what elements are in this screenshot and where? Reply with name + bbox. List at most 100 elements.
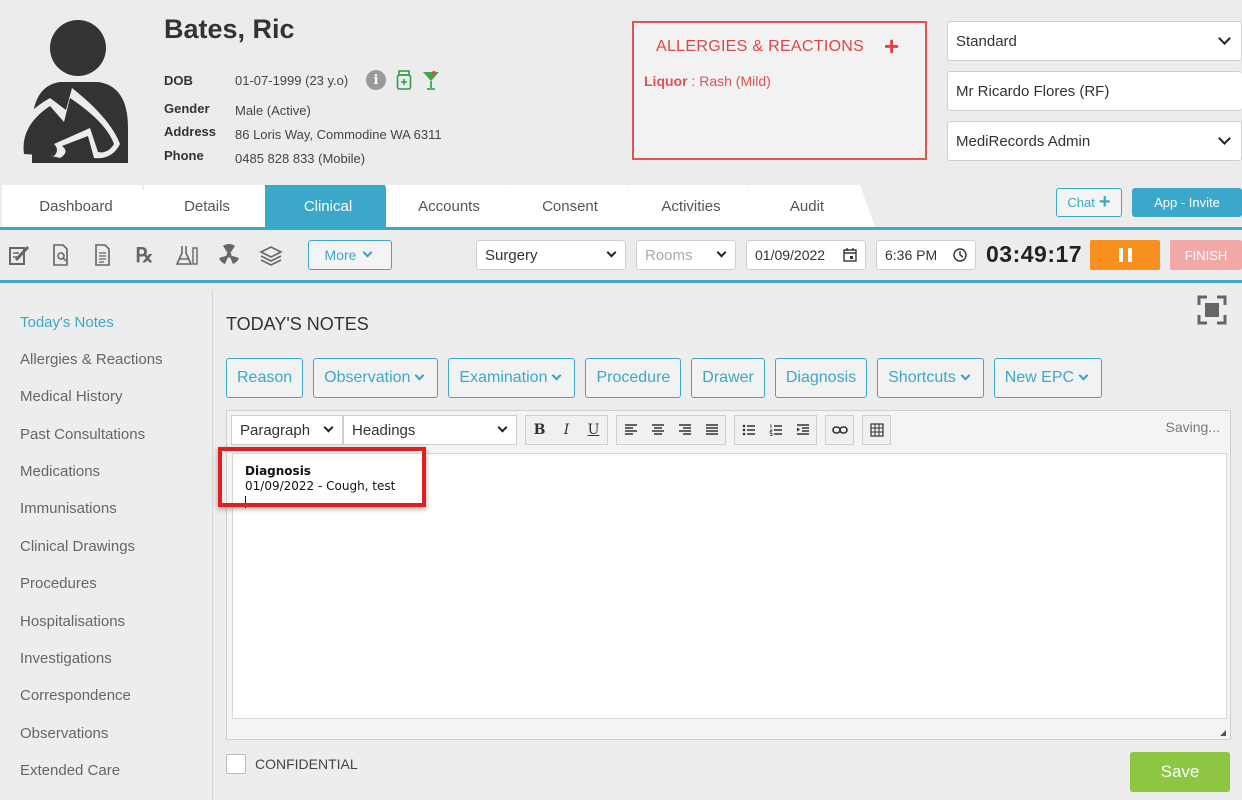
align-center-icon[interactable]: [644, 416, 671, 444]
rooms-select[interactable]: Rooms: [636, 240, 736, 270]
italic-icon[interactable]: I: [553, 416, 580, 444]
shortcuts-button[interactable]: Shortcuts: [877, 358, 984, 398]
info-icon[interactable]: i: [366, 70, 386, 90]
drawer-button[interactable]: Drawer: [691, 358, 765, 398]
allergy-separator: :: [687, 73, 700, 89]
clinical-toolbar: ℞: [4, 240, 298, 270]
chevron-down-icon: [323, 422, 334, 433]
cocktail-icon[interactable]: [422, 70, 440, 90]
underline-icon[interactable]: U: [580, 416, 607, 444]
app-invite-button[interactable]: App - Invite: [1132, 188, 1242, 217]
shortcuts-button-label: Shortcuts: [888, 369, 956, 386]
sidebar-item-correspondence[interactable]: Correspondence: [20, 687, 131, 704]
examination-button[interactable]: Examination: [448, 358, 576, 398]
pause-button[interactable]: [1090, 240, 1160, 270]
template-select-value: Standard: [956, 32, 1017, 50]
template-select[interactable]: Standard: [947, 21, 1242, 61]
time-input[interactable]: 6:36 PM: [876, 240, 976, 270]
sidebar-item-past-consultations[interactable]: Past Consultations: [20, 426, 145, 443]
table-icon[interactable]: [863, 416, 890, 444]
sidebar-item-investigations[interactable]: Investigations: [20, 650, 112, 667]
tab-details[interactable]: Details: [144, 185, 280, 227]
gender-value: Male (Active): [235, 103, 311, 118]
block-format-value: Paragraph: [240, 421, 311, 439]
clock-icon[interactable]: [953, 248, 967, 262]
rooms-select-placeholder: Rooms: [645, 246, 693, 264]
consult-timer: 03:49:17: [986, 241, 1083, 267]
tab-underline: [0, 227, 1242, 230]
link-icon[interactable]: [826, 416, 853, 444]
bold-icon[interactable]: B: [526, 416, 553, 444]
procedure-button[interactable]: Procedure: [585, 358, 682, 398]
more-button[interactable]: More: [308, 240, 392, 270]
examination-button-label: Examination: [459, 369, 548, 386]
allergy-item[interactable]: Liquor : Rash (Mild): [644, 73, 771, 89]
page-title: TODAY'S NOTES: [226, 314, 369, 334]
drawer-button-label: Drawer: [702, 369, 754, 386]
indent-icon[interactable]: [789, 416, 816, 444]
document-list-icon[interactable]: [88, 240, 117, 270]
medication-jar-icon[interactable]: [396, 70, 412, 90]
patient-name: Bates, Ric: [164, 14, 295, 44]
sidebar-item-immunisations[interactable]: Immunisations: [20, 500, 117, 517]
sidebar-item-todays-notes[interactable]: Today's Notes: [20, 314, 114, 331]
radiation-icon[interactable]: [214, 240, 243, 270]
confidential-checkbox[interactable]: [226, 754, 246, 774]
fullscreen-icon[interactable]: [1197, 295, 1227, 325]
finish-button[interactable]: FINISH: [1170, 240, 1242, 270]
role-select-value: MediRecords Admin: [956, 132, 1091, 150]
tab-consent[interactable]: Consent: [507, 185, 643, 227]
resize-handle[interactable]: [1220, 730, 1226, 736]
sidebar-item-observations[interactable]: Observations: [20, 725, 108, 742]
pause-icon: [1118, 248, 1123, 262]
bullet-list-icon[interactable]: [735, 416, 762, 444]
chevron-down-icon: [552, 370, 562, 381]
sidebar-item-medications[interactable]: Medications: [20, 463, 100, 480]
phone-label: Phone: [164, 148, 204, 163]
headings-select[interactable]: Headings: [343, 415, 517, 445]
location-select[interactable]: Surgery: [476, 240, 626, 270]
new-epc-button[interactable]: New EPC: [993, 358, 1103, 398]
calendar-icon[interactable]: [843, 248, 857, 262]
sidebar-item-clinical-drawings[interactable]: Clinical Drawings: [20, 538, 135, 555]
diagnosis-button[interactable]: Diagnosis: [774, 358, 868, 398]
chat-button[interactable]: Chat +: [1056, 188, 1122, 217]
sidebar-item-hospitalisations[interactable]: Hospitalisations: [20, 613, 125, 630]
tab-dashboard[interactable]: Dashboard: [2, 185, 160, 227]
toolbar-divider: [0, 280, 1242, 283]
tab-activities[interactable]: Activities: [628, 185, 764, 227]
sidebar-item-procedures[interactable]: Procedures: [20, 575, 97, 592]
chevron-down-icon: [1218, 32, 1231, 45]
lab-flask-icon[interactable]: [172, 240, 201, 270]
document-search-icon[interactable]: [46, 240, 75, 270]
observation-button-label: Observation: [324, 369, 411, 386]
allergy-reaction: Rash (Mild): [699, 73, 771, 89]
numbered-list-icon[interactable]: [762, 416, 789, 444]
list-group: [734, 415, 817, 445]
stack-books-icon[interactable]: [256, 240, 285, 270]
role-select[interactable]: MediRecords Admin: [947, 121, 1242, 161]
observation-button[interactable]: Observation: [313, 358, 439, 398]
date-input[interactable]: 01/09/2022: [746, 240, 866, 270]
doctor-field[interactable]: Mr Ricardo Flores (RF): [947, 71, 1242, 111]
sidebar-item-medical-history[interactable]: Medical History: [20, 388, 123, 405]
align-justify-icon[interactable]: [698, 416, 725, 444]
gender-label: Gender: [164, 101, 210, 116]
align-left-icon[interactable]: [617, 416, 644, 444]
allergies-title: ALLERGIES & REACTIONS: [656, 38, 865, 55]
add-allergy-icon[interactable]: +: [884, 31, 899, 62]
sidebar-item-allergies[interactable]: Allergies & Reactions: [20, 351, 163, 368]
note-edit-icon[interactable]: [4, 240, 33, 270]
sidebar-item-extended-care[interactable]: Extended Care: [20, 762, 120, 779]
save-button[interactable]: Save: [1130, 752, 1230, 792]
tab-clinical[interactable]: Clinical: [265, 185, 401, 227]
confidential-label: CONFIDENTIAL: [255, 756, 358, 772]
block-format-select[interactable]: Paragraph: [231, 415, 343, 445]
tab-accounts[interactable]: Accounts: [386, 185, 522, 227]
reason-button[interactable]: Reason: [226, 358, 304, 398]
rx-icon[interactable]: ℞: [130, 240, 159, 270]
allergies-panel: ALLERGIES & REACTIONS + Liquor : Rash (M…: [632, 21, 927, 160]
align-right-icon[interactable]: [671, 416, 698, 444]
procedure-button-label: Procedure: [596, 369, 671, 386]
tab-audit[interactable]: Audit: [749, 185, 875, 227]
